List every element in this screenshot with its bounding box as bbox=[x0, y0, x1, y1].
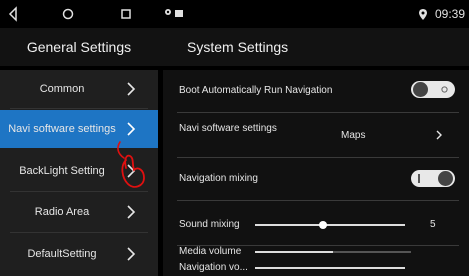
toggle-knob bbox=[438, 171, 453, 186]
sidebar-item-backlight-setting[interactable]: BackLight Setting bbox=[0, 152, 158, 190]
sidebar-item-label: BackLight Setting bbox=[19, 165, 105, 177]
sound-mixing-slider-track[interactable] bbox=[255, 224, 405, 226]
setting-row-navigation-volume: Navigation vo... bbox=[163, 262, 469, 276]
sidebar-item-navi-software-settings[interactable]: Navi software settings bbox=[0, 110, 158, 148]
chevron-right-icon bbox=[127, 164, 136, 178]
chevron-right-icon bbox=[127, 122, 136, 136]
media-volume-slider-remaining bbox=[333, 251, 411, 253]
toggle-off-indicator-icon bbox=[441, 86, 448, 93]
chevron-right-icon bbox=[127, 205, 136, 219]
back-icon[interactable] bbox=[8, 6, 18, 22]
system-settings-panel: Boot Automatically Run Navigation Navi s… bbox=[163, 70, 469, 276]
sidebar-item-radio-area[interactable]: Radio Area bbox=[0, 193, 158, 231]
toggle-knob bbox=[413, 82, 428, 97]
setting-label: Sound mixing bbox=[179, 219, 240, 230]
chevron-right-icon bbox=[127, 247, 136, 261]
chevron-right-icon bbox=[436, 130, 442, 140]
setting-label: Boot Automatically Run Navigation bbox=[179, 85, 333, 96]
sidebar-item-label: Navi software settings bbox=[8, 123, 116, 135]
sidebar-divider bbox=[10, 232, 148, 233]
chevron-right-icon bbox=[127, 82, 136, 96]
sidebar-item-label: DefaultSetting bbox=[27, 248, 97, 260]
sound-mixing-slider-thumb[interactable] bbox=[318, 221, 327, 229]
status-indicators bbox=[164, 8, 183, 18]
general-settings-title: General Settings bbox=[26, 39, 132, 55]
status-bar: 09:39 bbox=[0, 0, 469, 28]
sidebar-item-label: Radio Area bbox=[34, 206, 90, 218]
toggle-on-indicator-icon bbox=[418, 174, 420, 183]
setting-label: Navigation mixing bbox=[179, 173, 258, 184]
navigation-volume-slider-track[interactable] bbox=[255, 267, 405, 269]
media-volume-slider-track[interactable] bbox=[255, 251, 333, 253]
sound-mixing-value: 5 bbox=[430, 219, 436, 230]
sidebar-item-label: Common bbox=[39, 83, 85, 95]
boot-navigation-toggle[interactable] bbox=[411, 81, 455, 98]
setting-row-navigation-mixing[interactable]: Navigation mixing bbox=[163, 158, 469, 200]
sidebar-item-defaultsetting[interactable]: DefaultSetting bbox=[0, 235, 158, 273]
recent-apps-icon[interactable] bbox=[118, 6, 134, 22]
setting-row-sound-mixing: Sound mixing 5 bbox=[163, 201, 469, 245]
system-settings-title: System Settings bbox=[187, 39, 289, 55]
sidebar-divider bbox=[10, 191, 148, 192]
location-pin-icon bbox=[418, 8, 427, 20]
setting-row-media-volume: Media volume bbox=[163, 246, 469, 262]
navigation-mixing-toggle[interactable] bbox=[411, 170, 455, 187]
header-bar: General Settings System Settings bbox=[0, 28, 469, 66]
home-icon[interactable] bbox=[60, 6, 76, 22]
sidebar: Common Navi software settings BackLight … bbox=[0, 70, 158, 276]
setting-label: Navigation vo... bbox=[179, 262, 248, 273]
sidebar-item-common[interactable]: Common bbox=[0, 70, 158, 108]
clock: 09:39 bbox=[434, 7, 465, 21]
status-right: 09:39 bbox=[418, 7, 465, 21]
sidebar-divider bbox=[10, 108, 148, 109]
setting-label: Navi software settings bbox=[179, 123, 277, 134]
location-pin-icon bbox=[165, 9, 171, 15]
setting-row-navi-software[interactable]: Navi software settings Maps bbox=[163, 113, 469, 157]
notification-icon bbox=[175, 9, 183, 17]
setting-row-boot-navigation[interactable]: Boot Automatically Run Navigation bbox=[163, 70, 469, 112]
setting-label: Media volume bbox=[179, 246, 242, 257]
navi-software-value: Maps bbox=[341, 130, 366, 141]
